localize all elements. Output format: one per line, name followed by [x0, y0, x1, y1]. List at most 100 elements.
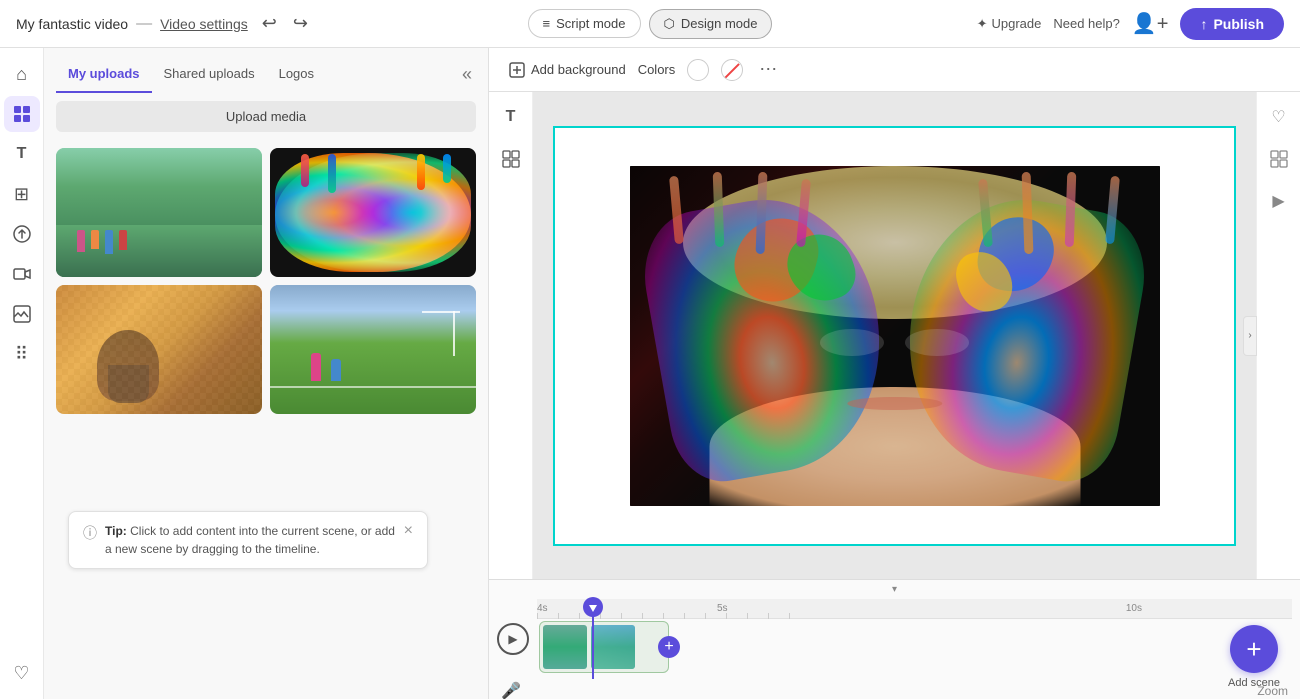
main-layout: ⌂ T ⊞ [0, 48, 1300, 699]
color-none-option[interactable] [721, 59, 743, 81]
script-mode-icon: ≡ [543, 16, 551, 31]
timeline: ▾ ▶ 4s 5s 10s [489, 579, 1300, 699]
undo-button[interactable]: ↩ [256, 9, 283, 38]
help-button[interactable]: Need help? [1053, 16, 1120, 31]
more-options-button[interactable]: ⋯ [755, 59, 781, 80]
more-horiz-icon: ⋯ [759, 59, 777, 79]
video-settings-link[interactable]: Video settings [160, 16, 248, 32]
tab-shared-uploads[interactable]: Shared uploads [152, 56, 267, 93]
text-tool-button[interactable]: T [494, 100, 528, 134]
info-icon: ⓘ [83, 523, 97, 543]
collapse-panel-button[interactable]: « [458, 60, 476, 89]
upload-btn-wrap: Upload media [44, 93, 488, 140]
main-canvas-image [630, 166, 1160, 506]
playhead-arrow [589, 605, 597, 612]
topbar: My fantastic video — Video settings ↩ ↪ … [0, 0, 1300, 48]
add-scene-container: + Add scene [1228, 625, 1280, 689]
timeline-bottom: 🎤 Zoom [489, 679, 1300, 699]
playhead-head [583, 597, 603, 617]
redo-button[interactable]: ↪ [287, 9, 314, 38]
publish-label: Publish [1213, 16, 1264, 32]
sidebar-home-button[interactable]: ⌂ [4, 56, 40, 92]
tip-bold-label: Tip: [105, 524, 127, 538]
media-tabs: My uploads Shared uploads Logos [56, 56, 326, 93]
tab-my-uploads[interactable]: My uploads [56, 56, 152, 93]
add-clip-button[interactable]: + [658, 636, 680, 658]
text-tool-icon: T [506, 108, 516, 126]
timeline-area: 4s 5s 10s [537, 599, 1292, 679]
script-mode-button[interactable]: ≡ Script mode [528, 9, 641, 38]
media-panel: My uploads Shared uploads Logos « Upload… [44, 48, 489, 699]
grid-right-icon [1270, 150, 1288, 168]
timeline-ruler: 4s 5s 10s [537, 599, 1292, 619]
sidebar-favorites-button[interactable]: ♡ [4, 655, 40, 691]
add-background-button[interactable]: Add background [509, 62, 626, 78]
grid-right-button[interactable] [1262, 142, 1296, 176]
chevron-left-icon: › [1248, 330, 1251, 341]
upgrade-plus-icon: ✦ [977, 16, 988, 32]
sidebar-upload-button[interactable] [4, 216, 40, 252]
canvas-tools-right: › ♡ ▶ [1256, 92, 1300, 579]
tip-bar: ⓘ Tip: Click to add content into the cur… [68, 511, 428, 569]
content-area: Add background Colors ⋯ T [489, 48, 1300, 699]
color-white-option[interactable] [687, 59, 709, 81]
add-scene-button[interactable]: + [1230, 625, 1278, 673]
sidebar-brand-button[interactable]: ⊞ [4, 176, 40, 212]
sidebar-media-button[interactable] [4, 96, 40, 132]
favorites-right-button[interactable]: ♡ [1262, 100, 1296, 134]
tab-logos[interactable]: Logos [267, 56, 326, 93]
sidebar-text-button[interactable]: T [4, 136, 40, 172]
project-title: My fantastic video [16, 16, 128, 32]
icon-sidebar: ⌂ T ⊞ [0, 48, 44, 699]
add-background-label: Add background [531, 62, 626, 77]
script-mode-label: Script mode [556, 16, 625, 31]
upload-media-button[interactable]: Upload media [56, 101, 476, 132]
topbar-separator: — [136, 15, 152, 33]
heart-icon: ♡ [13, 663, 29, 684]
canvas-toolbar: Add background Colors ⋯ [489, 48, 1300, 92]
microphone-button[interactable]: 🎤 [501, 681, 521, 699]
play-next-button[interactable]: ▶ [1262, 184, 1296, 218]
apps-icon: ⠿ [15, 344, 28, 365]
media-item[interactable] [56, 148, 262, 277]
sidebar-bottom: ♡ [4, 655, 40, 691]
text-icon: T [17, 145, 27, 163]
media-icon [12, 104, 32, 124]
playhead [592, 599, 594, 679]
design-mode-button[interactable]: ⬡ Design mode [649, 9, 773, 39]
sidebar-video-button[interactable] [4, 256, 40, 292]
grid-tool-button[interactable] [494, 142, 528, 176]
clip-thumbnail-2 [591, 625, 635, 669]
media-item[interactable] [270, 148, 476, 277]
media-item[interactable] [56, 285, 262, 414]
canvas-tools-left: T [489, 92, 533, 579]
tip-body-text: Click to add content into the current sc… [105, 524, 395, 556]
topbar-right: ✦ Upgrade Need help? 👤+ ↑ Publish [784, 8, 1284, 40]
add-user-button[interactable]: 👤+ [1132, 11, 1169, 36]
clip-thumbnail-1 [543, 625, 587, 669]
heart-right-icon: ♡ [1271, 107, 1285, 127]
design-mode-label: Design mode [681, 16, 758, 31]
media-panel-header: My uploads Shared uploads Logos « [44, 48, 488, 93]
collapse-right-panel-button[interactable]: › [1243, 316, 1257, 356]
timeline-track: ▶ 4s 5s 10s [489, 599, 1300, 679]
play-right-icon: ▶ [1272, 191, 1284, 211]
brand-icon: ⊞ [14, 184, 29, 205]
sidebar-gallery-button[interactable] [4, 296, 40, 332]
timeline-collapse-arrow: ▾ [489, 580, 1300, 599]
media-item[interactable] [270, 285, 476, 414]
play-button[interactable]: ▶ [497, 623, 529, 655]
play-icon: ▶ [508, 632, 517, 646]
upload-icon [12, 224, 32, 244]
upgrade-button[interactable]: ✦ Upgrade [977, 16, 1042, 32]
add-scene-label: Add scene [1228, 677, 1280, 689]
tip-close-button[interactable]: × [404, 522, 413, 540]
collapse-icon: « [462, 64, 472, 84]
publish-button[interactable]: ↑ Publish [1180, 8, 1284, 40]
canvas-and-tools: T [489, 92, 1300, 579]
undo-redo-nav: ↩ ↪ [256, 9, 314, 38]
design-mode-icon: ⬡ [664, 16, 675, 32]
sidebar-apps-button[interactable]: ⠿ [4, 336, 40, 372]
colors-label: Colors [638, 62, 676, 77]
timeline-clip[interactable]: + [539, 621, 669, 673]
